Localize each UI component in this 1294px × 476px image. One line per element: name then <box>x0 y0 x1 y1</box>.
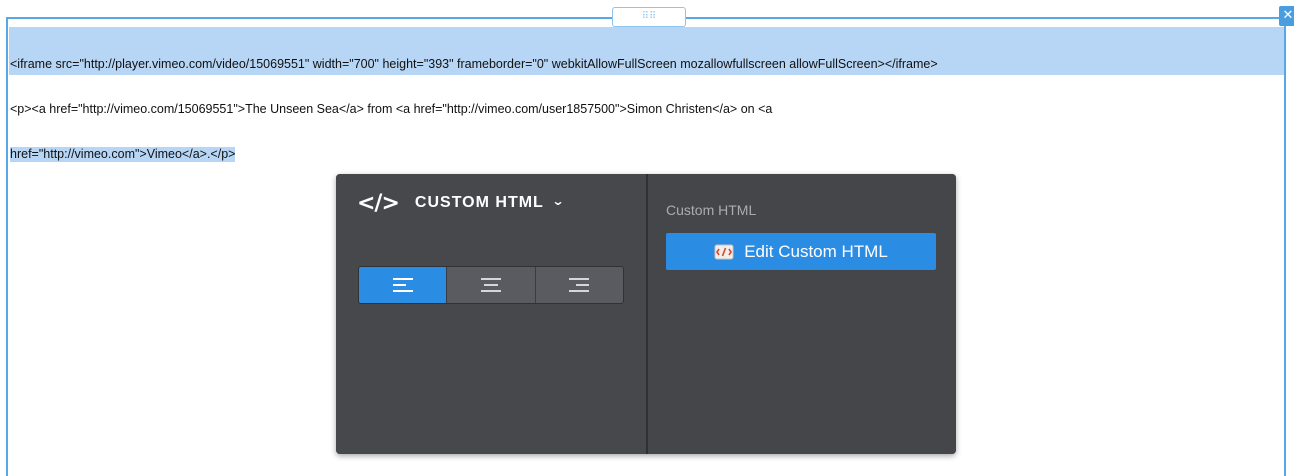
close-icon: ✕ <box>1282 8 1294 23</box>
edit-custom-html-label: Edit Custom HTML <box>744 241 888 261</box>
html-edit-icon <box>714 244 734 259</box>
custom-html-widget-panel: </> CUSTOM HTML ⌄ Custom HTML Edit Custo… <box>336 174 956 454</box>
chevron-down-icon[interactable]: ⌄ <box>551 194 564 208</box>
widget-header[interactable]: </> CUSTOM HTML ⌄ <box>357 188 564 218</box>
align-right-button[interactable] <box>534 267 623 303</box>
code-line-3: href="http://vimeo.com">Vimeo</a>.</p> <box>10 147 1282 162</box>
alignment-button-group <box>358 266 624 304</box>
code-brackets-icon: </> <box>357 190 400 216</box>
widget-settings-right: Custom HTML Edit Custom HTML <box>648 174 956 454</box>
widget-title: CUSTOM HTML <box>414 194 544 211</box>
embed-code-text[interactable]: <iframe src="http://player.vimeo.com/vid… <box>10 27 1282 192</box>
drag-grip-icon: ⠿⠿ <box>641 11 657 22</box>
align-center-button[interactable] <box>446 267 535 303</box>
code-line-1: <iframe src="http://player.vimeo.com/vid… <box>10 57 938 71</box>
drag-handle[interactable]: ⠿⠿ <box>612 7 686 27</box>
code-line-3-text: href="http://vimeo.com">Vimeo</a>.</p> <box>10 147 236 162</box>
align-left-button[interactable] <box>359 267 447 303</box>
close-button[interactable]: ✕ <box>1279 6 1294 26</box>
align-right-icon <box>569 278 590 292</box>
code-line-2: <p><a href="http://vimeo.com/15069551">T… <box>10 102 773 116</box>
align-center-icon <box>480 278 501 292</box>
align-left-icon <box>392 278 413 292</box>
custom-html-section-label: Custom HTML <box>666 202 757 218</box>
page-canvas: ⠿⠿ ✕ <iframe src="http://player.vimeo.co… <box>0 0 1294 476</box>
widget-settings-left: </> CUSTOM HTML ⌄ <box>336 174 646 454</box>
edit-custom-html-button[interactable]: Edit Custom HTML <box>666 233 936 270</box>
